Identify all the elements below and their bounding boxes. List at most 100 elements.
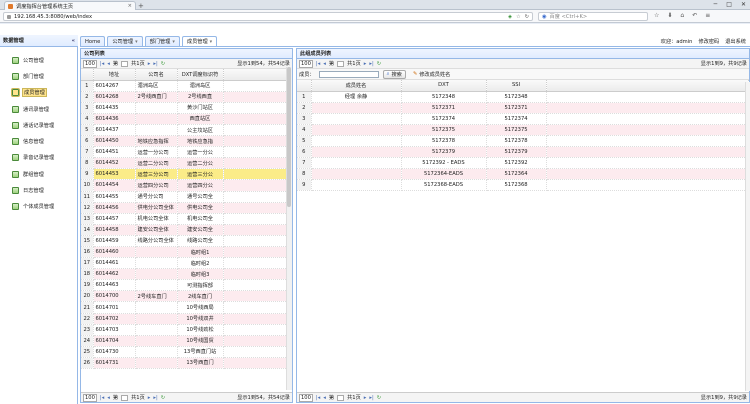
tab-close-icon[interactable]: ▾: [172, 39, 175, 45]
sidebar-item[interactable]: 录音记录管理: [0, 150, 77, 166]
table-row[interactable]: 7 6014451 运营一分公司 运营一分公: [81, 146, 292, 159]
sidebar-item[interactable]: 部门管理: [0, 68, 77, 84]
table-row[interactable]: 10 6014454 运营四分公司 运营四分公: [81, 179, 292, 192]
prev-page-icon[interactable]: ◂: [107, 395, 110, 401]
sidebar-item[interactable]: 信息管理: [0, 133, 77, 149]
next-page-icon[interactable]: ▸: [364, 61, 367, 67]
prev-page-icon[interactable]: ◂: [107, 61, 110, 67]
page-size-select[interactable]: 100: [83, 59, 97, 68]
sidebar-item[interactable]: 个体成员管理: [0, 199, 77, 215]
last-page-icon[interactable]: ▸|: [153, 61, 157, 67]
table-row[interactable]: 13 6014457 机电公司全体 机电公司全: [81, 213, 292, 225]
page-number-input[interactable]: [337, 60, 345, 67]
table-row[interactable]: 20 6014700 2号线车直门 2线车直门: [81, 290, 292, 303]
first-page-icon[interactable]: |◂: [100, 395, 104, 401]
tab-home[interactable]: Home: [80, 36, 106, 46]
table-row[interactable]: 25 6014730 13号西直门站: [81, 346, 292, 358]
column-header[interactable]: SSI: [486, 80, 547, 92]
table-row[interactable]: 3 6014435 黄沙门站区: [81, 102, 292, 114]
back-icon[interactable]: ↶: [692, 12, 697, 19]
new-tab-button[interactable]: +: [138, 2, 144, 10]
table-row[interactable]: 12 6014456 供电分公司全体 供电公司全: [81, 202, 292, 214]
browser-tab[interactable]: 调度指挥台管理系统主页 ×: [4, 1, 136, 10]
page-number-input[interactable]: [337, 394, 345, 401]
page-size-select[interactable]: 100: [299, 59, 313, 68]
page-size-select[interactable]: 100: [299, 393, 313, 402]
first-page-icon[interactable]: |◂: [100, 61, 104, 67]
table-row[interactable]: 19 6014463 可测指挥部: [81, 279, 292, 292]
table-row[interactable]: 26 6014731 13号西直门: [81, 357, 292, 370]
last-page-icon[interactable]: ▸|: [153, 395, 157, 401]
last-page-icon[interactable]: ▸|: [369, 395, 373, 401]
next-page-icon[interactable]: ▸: [148, 61, 151, 67]
member-grid-scrollbar[interactable]: [745, 82, 750, 391]
menu-icon[interactable]: ≡: [705, 12, 710, 19]
change-password-link[interactable]: 修改密码: [698, 38, 719, 45]
column-header[interactable]: DXT: [401, 80, 487, 92]
collapse-icon[interactable]: «: [72, 38, 75, 44]
table-row[interactable]: 5 6014437 公主坟站区: [81, 124, 292, 137]
table-row[interactable]: 24 6014704 10号线国贸: [81, 335, 292, 347]
sidebar-item[interactable]: 成员管理: [0, 85, 77, 101]
table-row[interactable]: 8 6014452 运营二分公司 运营二分公: [81, 157, 292, 170]
column-header[interactable]: 地址: [93, 69, 136, 81]
browser-search-box[interactable]: ◉ 百度 <Ctrl+K>: [538, 12, 648, 21]
reload-icon[interactable]: ↻: [525, 14, 529, 20]
logout-link[interactable]: 退出系统: [725, 38, 746, 45]
bookmark-star-icon[interactable]: ☆: [516, 14, 521, 20]
table-row[interactable]: 15 6014459 线路分公司全体 线路公司全: [81, 235, 292, 248]
table-row[interactable]: 8 5172364-EADS 5172364: [297, 168, 749, 181]
refresh-icon[interactable]: ↻: [161, 395, 165, 401]
search-button[interactable]: ⌕ 搜索: [382, 69, 406, 79]
table-row[interactable]: 11 6014455 通号分公司 通号公司全: [81, 191, 292, 203]
member-search-input[interactable]: [318, 70, 379, 78]
column-header[interactable]: 公司名: [135, 69, 178, 81]
tab-company[interactable]: 公司管理 ▾: [107, 36, 143, 46]
table-row[interactable]: 5 5172378 5172378: [297, 135, 749, 148]
table-row[interactable]: 2 6014268 2号线西直门 2号线西直: [81, 91, 292, 103]
next-page-icon[interactable]: ▸: [364, 395, 367, 401]
table-row[interactable]: 23 6014703 10号线劲松: [81, 324, 292, 336]
column-header[interactable]: 成员姓名: [311, 80, 402, 92]
table-row[interactable]: 16 6014460 临时组1: [81, 246, 292, 259]
bookmarks-icon[interactable]: ☆: [654, 12, 659, 19]
first-page-icon[interactable]: |◂: [316, 61, 320, 67]
table-row[interactable]: 14 6014458 建安公司全体 建安公司全: [81, 224, 292, 236]
refresh-icon[interactable]: ↻: [377, 61, 381, 67]
table-row[interactable]: 9 5172368-EADS 5172368: [297, 179, 749, 192]
home-icon[interactable]: ⌂: [680, 12, 684, 19]
company-grid-scroll-thumb[interactable]: [287, 67, 291, 207]
table-row[interactable]: 1 经理 余静 5172348 5172348: [297, 91, 749, 103]
next-page-icon[interactable]: ▸: [148, 395, 151, 401]
table-row[interactable]: 4 6014436 西直站区: [81, 113, 292, 125]
table-row[interactable]: 7 5172392 - EADS 5172392: [297, 157, 749, 170]
table-row[interactable]: 1 6014267 湄洲岛区 湄洲岛区: [81, 80, 292, 92]
sidebar-item[interactable]: 通讯录管理: [0, 101, 77, 117]
close-tab-icon[interactable]: ×: [128, 3, 132, 9]
sidebar-item[interactable]: 日志管理: [0, 182, 77, 198]
sidebar-item[interactable]: 公司管理: [0, 52, 77, 68]
prev-page-icon[interactable]: ◂: [323, 61, 326, 67]
download-icon[interactable]: ⬇: [667, 12, 672, 19]
url-bar[interactable]: 192.168.45.3:8080/web/index ◈ ☆ ↻: [3, 12, 533, 21]
site-info-icon[interactable]: [7, 14, 11, 19]
table-row[interactable]: 18 6014462 临时组3: [81, 268, 292, 281]
tab-close-icon[interactable]: ▾: [210, 39, 213, 45]
page-number-input[interactable]: [121, 60, 129, 67]
sidebar-item[interactable]: 通话记录管理: [0, 117, 77, 133]
table-row[interactable]: 2 5172371 5172371: [297, 102, 749, 114]
refresh-icon[interactable]: ↻: [161, 61, 165, 67]
close-window-icon[interactable]: ✕: [741, 1, 746, 8]
search-engine-icon[interactable]: ◉: [542, 14, 547, 20]
table-row[interactable]: 22 6014702 10号线双井: [81, 313, 292, 325]
page-size-select[interactable]: 100: [83, 393, 97, 402]
prev-page-icon[interactable]: ◂: [323, 395, 326, 401]
tab-department[interactable]: 部门管理 ▾: [144, 36, 180, 46]
minimize-icon[interactable]: ─: [714, 1, 718, 8]
table-row[interactable]: 17 6014461 临时组2: [81, 257, 292, 270]
table-row[interactable]: 6 5172379 5172379: [297, 146, 749, 159]
last-page-icon[interactable]: ▸|: [369, 61, 373, 67]
column-header[interactable]: DXT调度标识符: [177, 69, 224, 81]
first-page-icon[interactable]: |◂: [316, 395, 320, 401]
shield-icon[interactable]: ◈: [508, 14, 512, 20]
